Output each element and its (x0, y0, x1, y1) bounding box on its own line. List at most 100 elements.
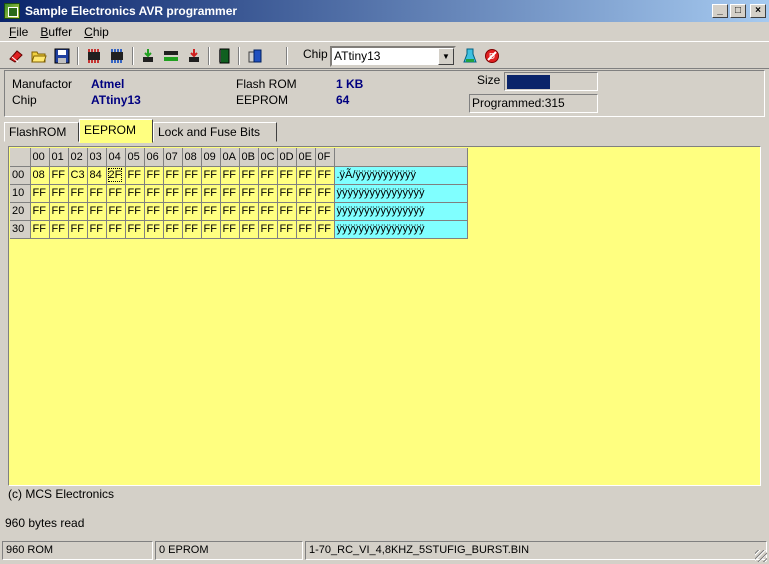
hex-column-header[interactable]: 00 (30, 148, 50, 167)
maximize-button[interactable]: □ (730, 4, 746, 18)
ascii-cell[interactable]: ÿÿÿÿÿÿÿÿÿÿÿÿÿÿÿÿ (334, 220, 468, 239)
tab-flashrom[interactable]: FlashROM (4, 122, 79, 142)
hex-byte-cell[interactable]: FF (315, 202, 335, 221)
hex-byte-cell[interactable]: FF (87, 220, 107, 239)
hex-byte-cell[interactable]: FF (30, 184, 50, 203)
hex-byte-cell[interactable]: 08 (30, 166, 50, 185)
hex-byte-cell[interactable]: FF (258, 184, 278, 203)
hex-byte-cell[interactable]: FF (87, 184, 107, 203)
menu-buffer[interactable]: Buffer (34, 25, 78, 39)
hex-byte-cell[interactable]: FF (296, 220, 316, 239)
hex-byte-cell[interactable]: FF (220, 220, 240, 239)
hex-byte-cell[interactable]: FF (125, 202, 145, 221)
hex-byte-cell[interactable]: FF (239, 202, 259, 221)
hex-column-header[interactable]: 0D (277, 148, 297, 167)
hex-column-header[interactable]: 07 (163, 148, 183, 167)
hex-byte-cell[interactable]: FF (277, 184, 297, 203)
hex-byte-cell[interactable]: FF (68, 184, 88, 203)
hex-byte-cell[interactable]: FF (201, 166, 221, 185)
hex-column-header[interactable]: 0C (258, 148, 278, 167)
hex-byte-cell[interactable]: C3 (68, 166, 88, 185)
hex-byte-cell[interactable]: FF (277, 220, 297, 239)
hex-row-address[interactable]: 10 (10, 184, 31, 203)
hex-byte-cell[interactable]: FF (201, 184, 221, 203)
hex-column-header[interactable]: 03 (87, 148, 107, 167)
hex-column-header[interactable]: 0E (296, 148, 316, 167)
hex-row-address[interactable]: 30 (10, 220, 31, 239)
hex-column-header[interactable]: 0F (315, 148, 335, 167)
hex-byte-cell[interactable]: FF (106, 220, 126, 239)
program-flash-icon[interactable] (138, 46, 158, 66)
hex-byte-cell[interactable]: FF (49, 202, 69, 221)
hex-column-header[interactable]: 08 (182, 148, 202, 167)
hex-byte-cell[interactable]: FF (182, 184, 202, 203)
hex-column-header[interactable]: 04 (106, 148, 126, 167)
hex-byte-cell[interactable]: FF (106, 202, 126, 221)
menu-chip[interactable]: Chip (78, 25, 115, 39)
hex-column-header[interactable]: 02 (68, 148, 88, 167)
hex-byte-cell[interactable]: FF (258, 166, 278, 185)
book-icon[interactable] (214, 46, 234, 66)
hex-byte-cell[interactable]: FF (182, 220, 202, 239)
auto-program-icon[interactable] (460, 46, 480, 66)
hex-column-header[interactable]: 0B (239, 148, 259, 167)
hex-byte-cell[interactable]: FF (258, 220, 278, 239)
hex-byte-cell[interactable]: 2F (106, 166, 126, 185)
ascii-cell[interactable]: .ÿÃ/ÿÿÿÿÿÿÿÿÿÿÿ (334, 166, 468, 185)
hex-byte-cell[interactable]: FF (30, 220, 50, 239)
chip-read-icon[interactable] (84, 46, 104, 66)
resize-grip[interactable] (755, 550, 767, 562)
hex-byte-cell[interactable]: FF (49, 220, 69, 239)
hex-byte-cell[interactable]: FF (315, 166, 335, 185)
hex-byte-cell[interactable]: FF (296, 202, 316, 221)
hex-byte-cell[interactable]: FF (163, 166, 183, 185)
hex-column-header[interactable]: 0A (220, 148, 240, 167)
hex-byte-cell[interactable]: FF (277, 166, 297, 185)
eraser-icon[interactable] (6, 46, 26, 66)
hex-byte-cell[interactable]: FF (239, 184, 259, 203)
hex-byte-cell[interactable]: FF (163, 220, 183, 239)
hex-byte-cell[interactable]: FF (144, 202, 164, 221)
hex-column-header[interactable]: 01 (49, 148, 69, 167)
hex-byte-cell[interactable]: FF (163, 184, 183, 203)
minimize-button[interactable]: _ (712, 4, 728, 18)
hex-column-header[interactable]: 05 (125, 148, 145, 167)
hex-byte-cell[interactable]: FF (239, 220, 259, 239)
hex-column-header[interactable]: 09 (201, 148, 221, 167)
erase-chip-icon[interactable] (184, 46, 204, 66)
hex-column-header[interactable]: 06 (144, 148, 164, 167)
hex-byte-cell[interactable]: FF (163, 202, 183, 221)
ascii-cell[interactable]: ÿÿÿÿÿÿÿÿÿÿÿÿÿÿÿÿ (334, 202, 468, 221)
hex-editor[interactable]: 00 01 02 03 04 05 06 07 08 09 0A 0B 0C 0D 0E 0F 00 08 FF C3… (8, 146, 761, 486)
hex-byte-cell[interactable]: FF (201, 220, 221, 239)
hex-byte-cell[interactable]: FF (125, 220, 145, 239)
hex-row-address[interactable]: 00 (10, 166, 31, 185)
close-button[interactable]: × (750, 4, 766, 18)
hex-byte-cell[interactable]: FF (277, 202, 297, 221)
hex-byte-cell[interactable]: 84 (87, 166, 107, 185)
menu-file[interactable]: File (3, 25, 34, 39)
hex-byte-cell[interactable]: FF (220, 202, 240, 221)
tab-lock-fuse-bits[interactable]: Lock and Fuse Bits (153, 122, 277, 142)
hex-byte-cell[interactable]: FF (315, 184, 335, 203)
chip-select[interactable]: ATtiny13 ▼ (330, 46, 456, 67)
hex-byte-cell[interactable]: FF (144, 184, 164, 203)
hex-byte-cell[interactable]: FF (201, 202, 221, 221)
stop-icon[interactable]: D (482, 46, 502, 66)
hex-byte-cell[interactable]: FF (296, 184, 316, 203)
hex-byte-cell[interactable]: FF (68, 202, 88, 221)
hex-byte-cell[interactable]: FF (49, 184, 69, 203)
hex-byte-cell[interactable]: FF (49, 166, 69, 185)
chip-write-icon[interactable] (107, 46, 127, 66)
hex-byte-cell[interactable]: FF (144, 220, 164, 239)
hex-byte-cell[interactable]: FF (258, 202, 278, 221)
hex-byte-cell[interactable]: FF (182, 202, 202, 221)
hex-byte-cell[interactable]: FF (296, 166, 316, 185)
hex-byte-cell[interactable]: FF (30, 202, 50, 221)
hex-byte-cell[interactable]: FF (315, 220, 335, 239)
hex-byte-cell[interactable]: FF (220, 166, 240, 185)
hex-row-address[interactable]: 20 (10, 202, 31, 221)
save-icon[interactable] (52, 46, 72, 66)
hex-byte-cell[interactable]: FF (239, 166, 259, 185)
tab-eeprom[interactable]: EEPROM (79, 119, 153, 143)
